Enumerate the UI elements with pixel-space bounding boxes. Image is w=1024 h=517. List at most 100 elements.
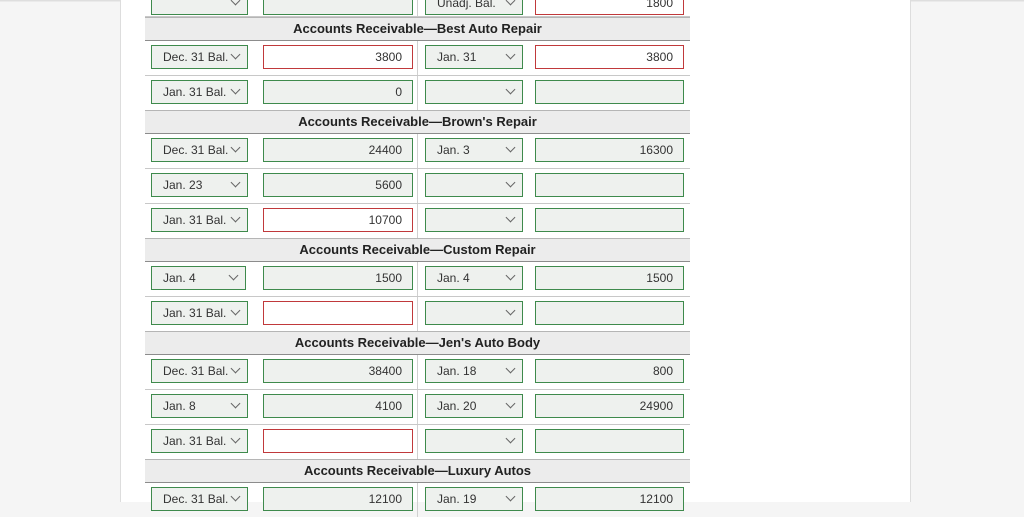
credit-date-dropdown[interactable] [425,301,523,325]
debit-date-dropdown[interactable] [151,0,248,15]
debit-date-dropdown[interactable]: Jan. 31 Bal. [151,80,248,104]
debit-date-dropdown[interactable]: Jan. 31 Bal. [151,301,248,325]
credit-date-dropdown[interactable] [425,173,523,197]
chevron-down-icon [505,0,516,6]
credit-date-dropdown[interactable]: Jan. 3 [425,138,523,162]
credit-date-dropdown[interactable]: Jan. 31 [425,45,523,69]
chevron-down-icon [505,491,516,502]
chevron-down-icon [505,177,516,188]
debit-date-dropdown[interactable]: Jan. 23 [151,173,248,197]
credit-amount-input[interactable]: 1800 [535,0,684,15]
credit-date-dropdown[interactable] [425,80,523,104]
ledger-row: Dec. 31 Bal. 38400 Jan. 18 800 [145,355,690,390]
chevron-down-icon [228,270,239,281]
debit-date-dropdown[interactable]: Dec. 31 Bal. [151,45,248,69]
account-title: Accounts Receivable—Custom Repair [145,238,690,262]
debit-date-value: Jan. 31 Bal. [163,85,227,99]
credit-amount-input[interactable]: 24900 [535,394,684,418]
ledger-row-partial: Unadj. Bal. 1800 [145,0,690,17]
debit-amount-input[interactable]: 24400 [263,138,413,162]
credit-date-dropdown[interactable]: Jan. 4 [425,266,523,290]
credit-amount-input[interactable] [535,80,684,104]
ledger-row: Jan. 31 Bal. 0 [145,76,690,110]
debit-amount-input[interactable] [263,0,413,15]
credit-amount-input[interactable]: 1500 [535,266,684,290]
credit-amount-input[interactable]: 16300 [535,138,684,162]
chevron-down-icon [230,212,241,223]
credit-amount-input[interactable]: 800 [535,359,684,383]
credit-date-dropdown[interactable]: Jan. 20 [425,394,523,418]
account-title: Accounts Receivable—Brown's Repair [145,110,690,134]
chevron-down-icon [505,398,516,409]
debit-date-value: Jan. 31 Bal. [163,434,227,448]
debit-date-dropdown[interactable]: Jan. 4 [151,266,246,290]
credit-date-dropdown[interactable]: Jan. 19 [425,487,523,511]
debit-date-dropdown[interactable]: Jan. 31 Bal. [151,208,248,232]
chevron-down-icon [505,433,516,444]
debit-date-value: Dec. 31 Bal. [163,143,229,157]
account-title: Accounts Receivable—Jen's Auto Body [145,331,690,355]
credit-amount-input[interactable] [535,301,684,325]
credit-amount-input[interactable] [535,208,684,232]
credit-date-dropdown[interactable] [425,208,523,232]
credit-date-value: Jan. 18 [437,364,477,378]
debit-amount-input[interactable]: 12100 [263,487,413,511]
t-account-ledger: Unadj. Bal. 1800 Accounts Receivable—Bes… [145,0,690,517]
chevron-down-icon [505,142,516,153]
debit-amount-input[interactable]: 1500 [263,266,413,290]
credit-amount-input[interactable]: 3800 [535,45,684,69]
credit-date-value: Jan. 3 [437,143,470,157]
credit-date-value: Unadj. Bal. [437,0,496,10]
ledger-row: Jan. 31 Bal. [145,425,690,459]
chevron-down-icon [230,433,241,444]
debit-date-value: Jan. 4 [163,271,196,285]
ledger-row: Jan. 31 Bal. [145,297,690,331]
credit-date-value: Jan. 31 [437,50,477,64]
debit-amount-input[interactable]: 10700 [263,208,413,232]
debit-amount-input[interactable]: 0 [263,80,413,104]
debit-amount-input[interactable]: 5600 [263,173,413,197]
chevron-down-icon [505,84,516,95]
credit-amount-input[interactable] [535,173,684,197]
debit-date-dropdown[interactable]: Jan. 31 Bal. [151,429,248,453]
chevron-down-icon [505,363,516,374]
ledger-row: Dec. 31 Bal. 24400 Jan. 3 16300 [145,134,690,169]
debit-date-value: Jan. 31 Bal. [163,213,227,227]
credit-date-dropdown[interactable]: Unadj. Bal. [425,0,523,15]
account-title: Accounts Receivable—Luxury Autos [145,459,690,483]
credit-date-value: Jan. 20 [437,399,477,413]
ledger-row: Jan. 4 1500 Jan. 4 1500 [145,262,690,297]
debit-date-value: Jan. 8 [163,399,196,413]
debit-date-value: Jan. 31 Bal. [163,306,227,320]
ledger-row: Jan. 31 Bal. 10700 [145,204,690,238]
debit-amount-input[interactable]: 38400 [263,359,413,383]
debit-date-dropdown[interactable]: Dec. 31 Bal. [151,138,248,162]
chevron-down-icon [505,49,516,60]
chevron-down-icon [230,177,241,188]
chevron-down-icon [230,84,241,95]
chevron-down-icon [230,491,241,502]
debit-date-dropdown[interactable]: Jan. 8 [151,394,248,418]
debit-date-value: Dec. 31 Bal. [163,50,229,64]
debit-date-dropdown[interactable]: Dec. 31 Bal. [151,487,248,511]
debit-amount-input[interactable]: 3800 [263,45,413,69]
credit-date-dropdown[interactable] [425,429,523,453]
debit-date-dropdown[interactable]: Dec. 31 Bal. [151,359,248,383]
ledger-row: Dec. 31 Bal. 3800 Jan. 31 3800 [145,41,690,76]
credit-date-dropdown[interactable]: Jan. 18 [425,359,523,383]
chevron-down-icon [230,49,241,60]
chevron-down-icon [505,212,516,223]
debit-amount-input[interactable] [263,301,413,325]
credit-date-value: Jan. 4 [437,271,470,285]
credit-amount-input[interactable] [535,429,684,453]
credit-date-value: Jan. 19 [437,492,477,506]
chevron-down-icon [505,270,516,281]
chevron-down-icon [505,305,516,316]
debit-amount-input[interactable]: 4100 [263,394,413,418]
debit-date-value: Dec. 31 Bal. [163,364,229,378]
credit-amount-input[interactable]: 12100 [535,487,684,511]
debit-amount-input[interactable] [263,429,413,453]
ledger-row: Jan. 23 5600 [145,169,690,204]
debit-date-value: Jan. 23 [163,178,203,192]
debit-date-value: Dec. 31 Bal. [163,492,229,506]
